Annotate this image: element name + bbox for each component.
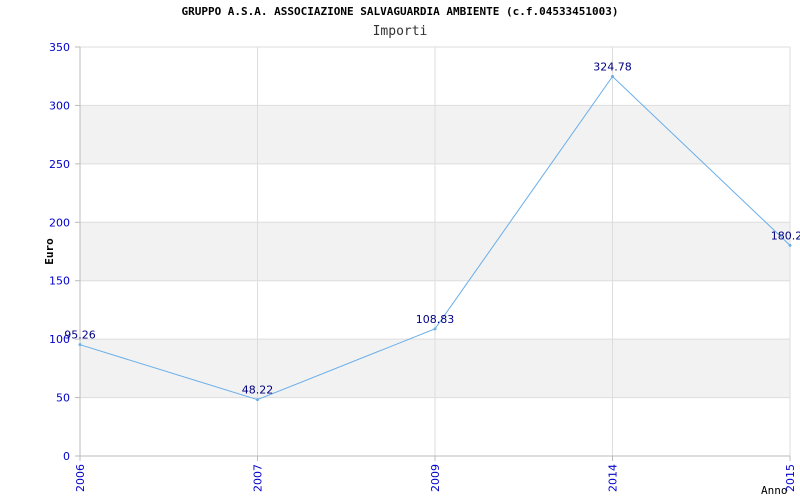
data-label: 324.78	[593, 60, 632, 73]
chart-container: GRUPPO A.S.A. ASSOCIAZIONE SALVAGUARDIA …	[0, 0, 800, 500]
data-point	[433, 327, 437, 331]
y-tick-label: 300	[49, 99, 70, 112]
data-point	[611, 74, 614, 78]
y-tick-label: 200	[49, 216, 70, 229]
data-label: 95.26	[64, 329, 96, 342]
x-tick-label: 2006	[74, 464, 87, 492]
line-chart: 050100150200250300350 2006 2007 2009 2014 20…	[43, 41, 800, 497]
x-axis-label: Anno	[761, 484, 788, 497]
y-axis-label: Euro	[43, 238, 56, 265]
x-tick-label: 2007	[252, 464, 265, 492]
y-tick-label: 350	[49, 41, 70, 54]
x-tick-label: 2014	[607, 464, 620, 492]
y-tick-label: 250	[49, 158, 70, 171]
data-point	[788, 243, 792, 247]
y-tick-label: 150	[49, 275, 70, 288]
data-point	[78, 343, 82, 347]
y-tick-label: 0	[63, 450, 70, 463]
data-label: 108.83	[416, 313, 455, 326]
y-tick-label: 50	[56, 392, 70, 405]
x-axis-ticks: 2006 2007 2009 2014 2015	[74, 456, 797, 492]
data-label: 180.23	[771, 229, 800, 242]
data-label: 48.22	[242, 384, 274, 397]
data-point	[256, 398, 259, 402]
x-tick-label: 2009	[429, 464, 442, 492]
